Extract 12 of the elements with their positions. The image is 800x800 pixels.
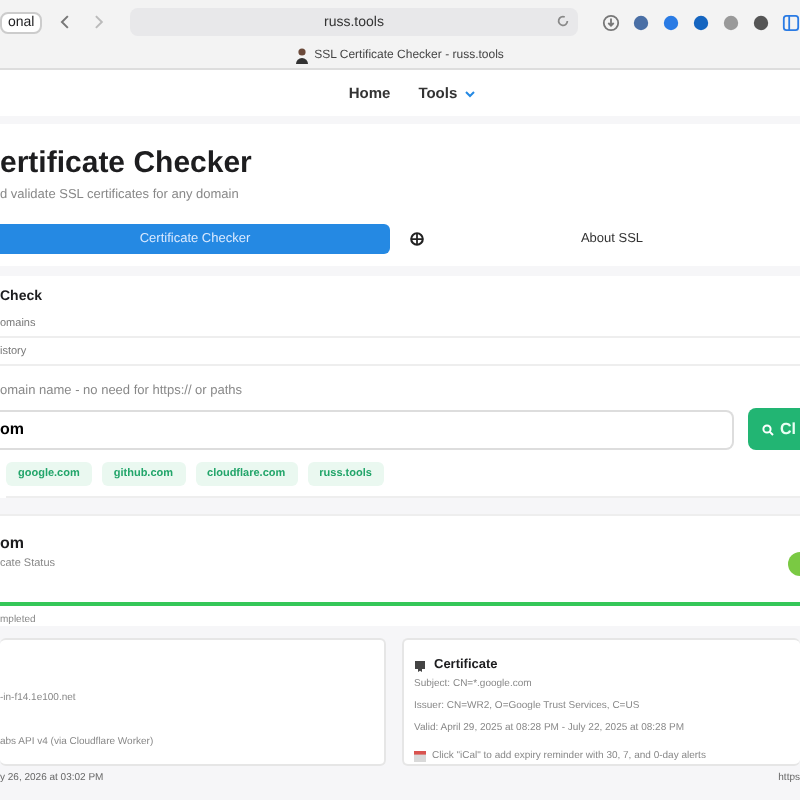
globe-icon bbox=[410, 232, 424, 246]
avatar-icon bbox=[296, 48, 309, 64]
domain-input[interactable]: om bbox=[0, 409, 734, 449]
caret-icon bbox=[463, 89, 476, 97]
search-icon bbox=[762, 423, 774, 435]
download-icon[interactable] bbox=[601, 13, 620, 31]
page-title: ertificate Checker bbox=[0, 146, 254, 182]
reload-icon[interactable] bbox=[555, 14, 570, 28]
calendar-icon bbox=[414, 749, 426, 761]
sidebar-icon[interactable] bbox=[781, 13, 800, 31]
result-domain: om bbox=[0, 534, 26, 552]
certificate-icon bbox=[414, 659, 426, 671]
